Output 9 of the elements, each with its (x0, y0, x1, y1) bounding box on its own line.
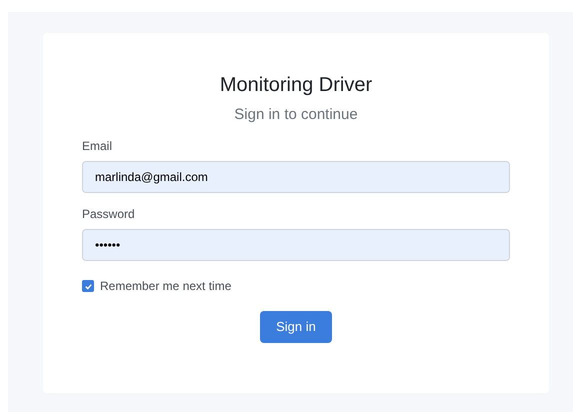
checkbox[interactable] (82, 280, 94, 292)
input-field[interactable]: marlinda@gmail.com (82, 161, 510, 193)
card-subtitle: Sign in to continue (234, 105, 358, 125)
input-field[interactable]: •••••• (82, 229, 510, 261)
field-label: Email (82, 139, 114, 153)
card-title: Monitoring Driver (220, 73, 372, 98)
field-label: Password (82, 207, 136, 221)
checkbox-label: Remember me next time (100, 278, 232, 295)
sign-in-button[interactable]: Sign in (260, 311, 332, 343)
